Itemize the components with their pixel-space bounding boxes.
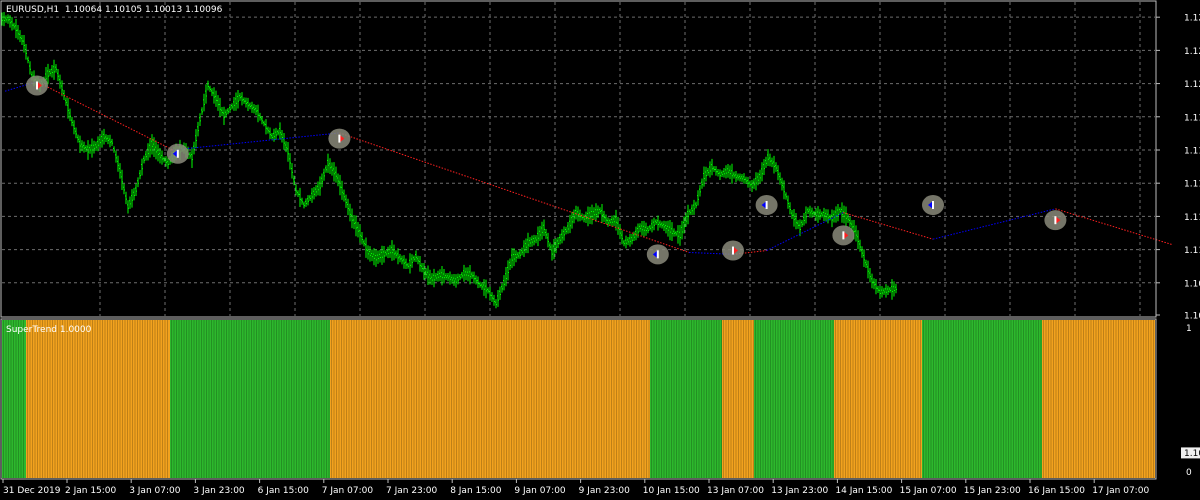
time-tick-label: 10 Jan 15:00 bbox=[643, 486, 700, 496]
indicator-band-up bbox=[754, 320, 834, 478]
time-tick-label: 6 Jan 15:00 bbox=[258, 486, 310, 496]
price-tick-label: 1.10815 bbox=[1184, 312, 1200, 322]
signal-bar bbox=[338, 134, 341, 143]
signal-bar bbox=[932, 201, 934, 210]
time-tick-label: 3 Jan 23:00 bbox=[193, 486, 245, 496]
price-tick-label: 1.10990 bbox=[1184, 279, 1200, 289]
time-tick-label: 9 Jan 07:00 bbox=[514, 486, 566, 496]
signal-bar bbox=[176, 149, 179, 158]
indicator-title: SuperTrend 1.0000 bbox=[6, 325, 92, 335]
time-tick-label: 7 Jan 07:00 bbox=[322, 486, 374, 496]
chart-symbol-header: EURUSD,H1 1.10064 1.10105 1.10013 1.1009… bbox=[6, 5, 222, 15]
indicator-band-up bbox=[922, 320, 1042, 478]
sell-arrow-icon[interactable] bbox=[26, 75, 48, 96]
ohlc-label: 1.10064 1.10105 1.10013 1.10096 bbox=[64, 5, 223, 15]
price-tick-label: 1.12215 bbox=[1184, 47, 1200, 57]
time-tick-label: 9 Jan 23:00 bbox=[579, 486, 631, 496]
price-tick-label: 1.11865 bbox=[1184, 113, 1200, 123]
price-tick-label: 1.11690 bbox=[1184, 146, 1200, 156]
price-tick-label: 1.11340 bbox=[1184, 213, 1200, 223]
signal-bar bbox=[656, 250, 659, 259]
signal-bar bbox=[842, 231, 845, 240]
sell-arrow-icon[interactable] bbox=[328, 128, 351, 149]
signal-bar bbox=[36, 81, 38, 90]
symbol-label: EURUSD,H1 bbox=[6, 5, 60, 15]
indicator-band-down bbox=[722, 320, 754, 478]
indicator-band-up bbox=[2, 320, 26, 478]
signal-bar bbox=[732, 246, 734, 255]
time-tick-label: 17 Jan 07:00 bbox=[1092, 486, 1149, 496]
price-chart[interactable]: 1.12390 1.12215 1.12040 1.11865 1.11690 1.115… bbox=[0, 0, 1200, 500]
sell-arrow-icon[interactable] bbox=[722, 240, 744, 261]
sell-arrow-icon[interactable] bbox=[1044, 210, 1067, 231]
indicator-scale-bottom: 0 bbox=[1186, 468, 1192, 478]
time-tick-label: 13 Jan 07:00 bbox=[707, 486, 764, 496]
indicator-band-down bbox=[330, 320, 650, 478]
time-tick-label: 7 Jan 23:00 bbox=[386, 486, 438, 496]
time-tick-label: 2 Jan 15:00 bbox=[65, 486, 117, 496]
time-tick-label: 14 Jan 15:00 bbox=[835, 486, 892, 496]
buy-arrow-icon[interactable] bbox=[755, 195, 778, 216]
time-tick-label: 15 Jan 23:00 bbox=[964, 486, 1021, 496]
price-tick-label: 1.11165 bbox=[1184, 246, 1200, 256]
time-tick-label: 16 Jan 15:00 bbox=[1028, 486, 1085, 496]
price-tick-label: 1.11515 bbox=[1184, 180, 1200, 190]
price-tick-label: 1.12040 bbox=[1184, 80, 1200, 90]
supertrend-histogram[interactable] bbox=[2, 320, 1155, 478]
time-tick-label: 3 Jan 07:00 bbox=[129, 486, 181, 496]
price-tick-label: 1.12390 bbox=[1184, 14, 1200, 24]
signal-bar bbox=[1054, 216, 1057, 225]
signal-bar bbox=[765, 201, 768, 210]
buy-arrow-icon[interactable] bbox=[646, 244, 669, 265]
time-tick-label: 31 Dec 2019 bbox=[3, 486, 61, 496]
buy-arrow-icon[interactable] bbox=[166, 143, 189, 164]
time-tick-label: 8 Jan 15:00 bbox=[450, 486, 502, 496]
sell-arrow-icon[interactable] bbox=[832, 225, 855, 246]
time-tick-label: 15 Jan 07:00 bbox=[900, 486, 957, 496]
time-tick-label: 13 Jan 23:00 bbox=[771, 486, 828, 496]
buy-arrow-icon[interactable] bbox=[922, 195, 944, 216]
indicator-scale-top: 1 bbox=[1186, 324, 1192, 334]
current-price-label: 1.10096 bbox=[1184, 449, 1200, 459]
